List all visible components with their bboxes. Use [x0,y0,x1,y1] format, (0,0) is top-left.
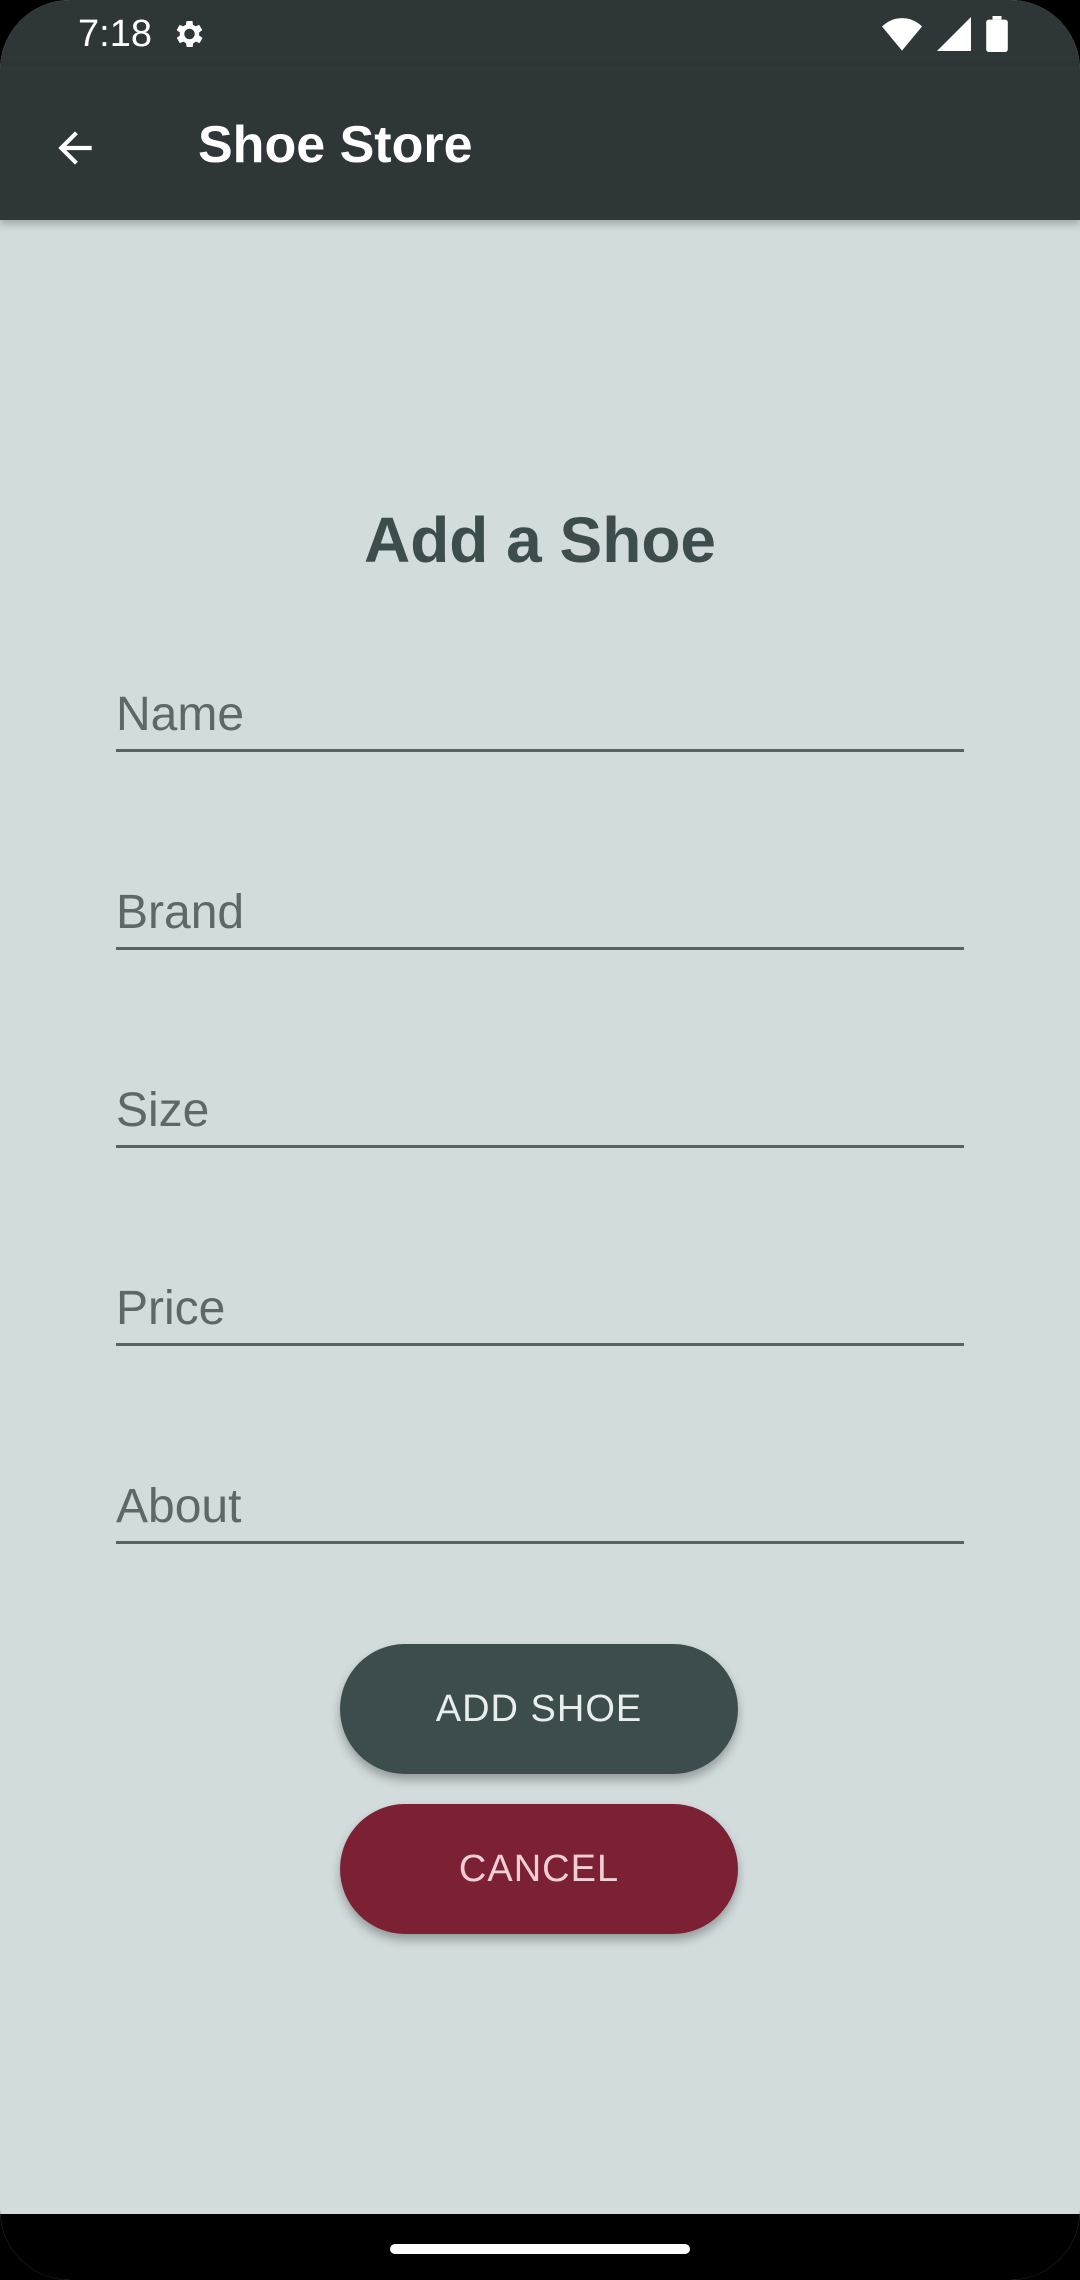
brand-field-container [116,878,964,958]
price-field-container [116,1274,964,1354]
gear-icon [176,20,203,48]
add-shoe-button[interactable]: ADD SHOE [340,1644,738,1774]
status-time: 7:18 [78,13,152,55]
signal-icon [937,17,971,51]
status-icons [882,16,1008,52]
about-input[interactable] [116,1472,964,1544]
back-button[interactable] [30,103,120,193]
status-bar: 7:18 [0,0,1080,66]
name-field-container [116,680,964,760]
about-field-container [116,1472,964,1552]
page-title: Add a Shoe [363,504,717,576]
navigation-bar [0,2214,1080,2280]
battery-icon [986,16,1008,52]
app-title: Shoe Store [198,116,473,174]
size-input[interactable] [116,1076,964,1148]
size-field-container [116,1076,964,1156]
arrow-back-icon [58,131,92,165]
app-bar: Shoe Store [0,66,1080,220]
price-input[interactable] [116,1274,964,1346]
wifi-icon [882,18,922,51]
brand-input[interactable] [116,878,964,950]
cancel-button[interactable]: CANCEL [340,1804,738,1934]
home-handle[interactable] [390,2244,690,2254]
name-input[interactable] [116,680,964,752]
screen: 7:18 Shoe Store Add a Shoe Name Brand Si… [0,0,1080,2280]
